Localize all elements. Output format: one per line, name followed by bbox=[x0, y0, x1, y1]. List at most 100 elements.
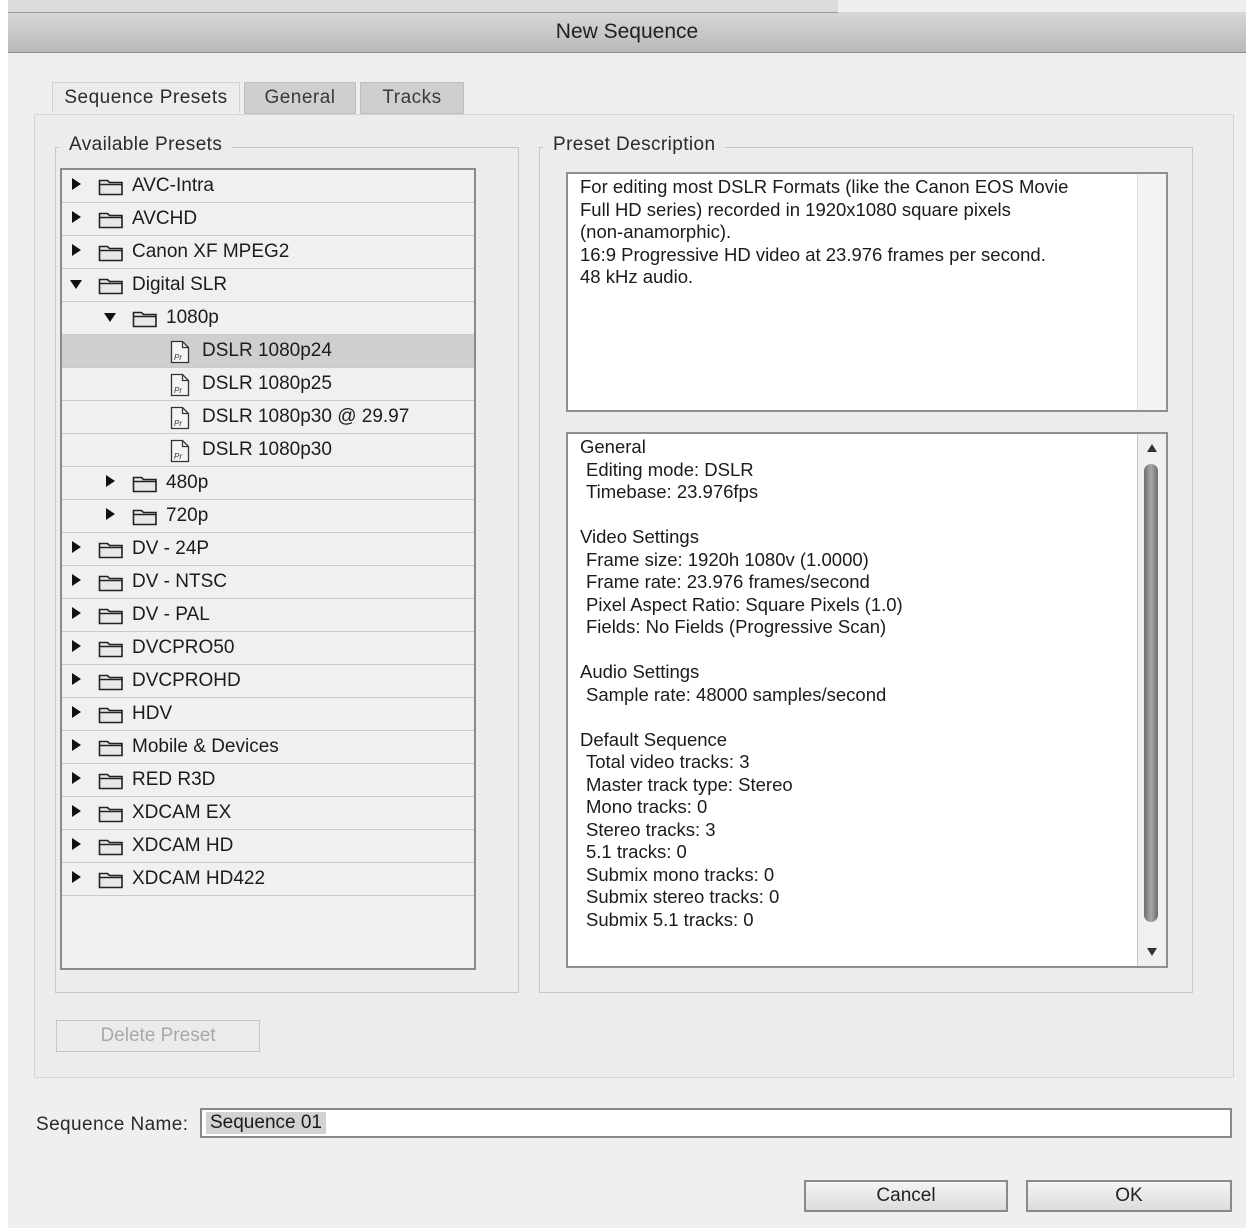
disclosure-collapsed-icon[interactable] bbox=[72, 739, 81, 751]
available-presets-label: Available Presets bbox=[59, 134, 233, 156]
folder-item[interactable]: AVC-Intra bbox=[62, 170, 474, 203]
preset-item[interactable]: Pr DSLR 1080p24 bbox=[62, 335, 474, 368]
folder-item[interactable]: 480p bbox=[62, 467, 474, 500]
description-line: 48 kHz audio. bbox=[580, 266, 694, 287]
folder-icon bbox=[98, 870, 124, 889]
disclosure-expanded-icon[interactable] bbox=[70, 280, 82, 289]
disclosure-collapsed-icon[interactable] bbox=[72, 607, 81, 619]
folder-icon bbox=[98, 540, 124, 559]
preset-description-label: Preset Description bbox=[543, 134, 726, 156]
preset-item[interactable]: Pr DSLR 1080p25 bbox=[62, 368, 474, 401]
disclosure-collapsed-icon[interactable] bbox=[72, 805, 81, 817]
folder-icon bbox=[98, 639, 124, 658]
folder-item[interactable]: DVCPROHD bbox=[62, 665, 474, 698]
tree-item-label: DSLR 1080p30 bbox=[202, 439, 332, 460]
tree-item-label: AVCHD bbox=[132, 208, 198, 229]
tree-item-label: AVC-Intra bbox=[132, 175, 215, 196]
folder-item[interactable]: DVCPRO50 bbox=[62, 632, 474, 665]
preset-file-icon: Pr bbox=[170, 439, 190, 463]
details-section-heading: Audio Settings bbox=[580, 661, 700, 682]
ok-button[interactable]: OK bbox=[1026, 1180, 1232, 1212]
disclosure-expanded-icon[interactable] bbox=[104, 313, 116, 322]
folder-item[interactable]: 720p bbox=[62, 500, 474, 533]
folder-item[interactable]: XDCAM HD422 bbox=[62, 863, 474, 896]
folder-icon bbox=[98, 573, 124, 592]
folder-item[interactable]: 1080p bbox=[62, 302, 474, 335]
disclosure-collapsed-icon[interactable] bbox=[72, 871, 81, 883]
scroll-up-arrow-icon[interactable] bbox=[1147, 444, 1157, 452]
disclosure-collapsed-icon[interactable] bbox=[72, 178, 81, 190]
preset-details-text: General Editing mode: DSLR Timebase: 23.97… bbox=[580, 436, 903, 931]
cancel-button[interactable]: Cancel bbox=[804, 1180, 1008, 1212]
disclosure-collapsed-icon[interactable] bbox=[72, 640, 81, 652]
disclosure-collapsed-icon[interactable] bbox=[72, 673, 81, 685]
svg-text:Pr: Pr bbox=[174, 386, 182, 395]
scroll-thumb[interactable] bbox=[1144, 464, 1158, 922]
tree-item-label: HDV bbox=[132, 703, 173, 724]
details-item: Fields: No Fields (Progressive Scan) bbox=[586, 616, 887, 637]
folder-item[interactable]: DV - 24P bbox=[62, 533, 474, 566]
folder-icon bbox=[132, 507, 158, 526]
folder-icon bbox=[98, 771, 124, 790]
disclosure-collapsed-icon[interactable] bbox=[72, 211, 81, 223]
tab-sequence-presets[interactable]: Sequence Presets bbox=[52, 82, 240, 113]
new-sequence-dialog: New Sequence Sequence Presets General Tr… bbox=[8, 0, 1246, 1228]
folder-item[interactable]: AVCHD bbox=[62, 203, 474, 236]
sequence-name-input[interactable]: Sequence 01 bbox=[200, 1108, 1232, 1138]
details-section-heading: Video Settings bbox=[580, 526, 699, 547]
disclosure-collapsed-icon[interactable] bbox=[72, 838, 81, 850]
sequence-name-label: Sequence Name: bbox=[36, 1114, 189, 1135]
disclosure-collapsed-icon[interactable] bbox=[72, 706, 81, 718]
sequence-name-value: Sequence 01 bbox=[206, 1112, 326, 1134]
folder-item[interactable]: Canon XF MPEG2 bbox=[62, 236, 474, 269]
folder-item[interactable]: HDV bbox=[62, 698, 474, 731]
folder-item[interactable]: DV - PAL bbox=[62, 599, 474, 632]
folder-item[interactable]: XDCAM HD bbox=[62, 830, 474, 863]
folder-icon bbox=[98, 837, 124, 856]
description-scroll-track bbox=[1137, 174, 1166, 410]
tab-general[interactable]: General bbox=[244, 82, 356, 114]
details-item: Pixel Aspect Ratio: Square Pixels (1.0) bbox=[586, 593, 903, 615]
folder-icon bbox=[98, 243, 124, 262]
folder-icon bbox=[98, 276, 124, 295]
disclosure-collapsed-icon[interactable] bbox=[72, 244, 81, 256]
tree-item-label: DSLR 1080p30 @ 29.97 bbox=[202, 406, 410, 427]
tree-item-label: DVCPROHD bbox=[132, 670, 241, 691]
disclosure-collapsed-icon[interactable] bbox=[72, 541, 81, 553]
details-item: Sample rate: 48000 samples/second bbox=[586, 683, 887, 705]
tree-item-label: 1080p bbox=[166, 307, 219, 328]
description-line: For editing most DSLR Formats (like the … bbox=[580, 176, 1069, 197]
folder-item[interactable]: XDCAM EX bbox=[62, 797, 474, 830]
details-item: Mono tracks: 0 bbox=[586, 796, 708, 817]
disclosure-collapsed-icon[interactable] bbox=[72, 772, 81, 784]
preset-description-text: For editing most DSLR Formats (like the … bbox=[580, 176, 1136, 289]
folder-item[interactable]: Mobile & Devices bbox=[62, 731, 474, 764]
preset-file-icon: Pr bbox=[170, 340, 190, 364]
details-item: Submix mono tracks: 0 bbox=[586, 863, 775, 885]
disclosure-collapsed-icon[interactable] bbox=[106, 475, 115, 487]
details-scrollbar[interactable] bbox=[1137, 434, 1166, 966]
disclosure-collapsed-icon[interactable] bbox=[72, 574, 81, 586]
disclosure-collapsed-icon[interactable] bbox=[106, 508, 115, 520]
preset-item[interactable]: Pr DSLR 1080p30 @ 29.97 bbox=[62, 401, 474, 434]
scroll-down-arrow-icon[interactable] bbox=[1147, 948, 1157, 956]
delete-preset-button[interactable]: Delete Preset bbox=[56, 1020, 260, 1052]
folder-item[interactable]: RED R3D bbox=[62, 764, 474, 797]
details-item: Submix 5.1 tracks: 0 bbox=[586, 908, 754, 930]
svg-text:Pr: Pr bbox=[174, 419, 182, 428]
preset-item[interactable]: Pr DSLR 1080p30 bbox=[62, 434, 474, 467]
folder-icon bbox=[132, 474, 158, 493]
title-bar: New Sequence bbox=[8, 0, 1246, 53]
details-item: Frame rate: 23.976 frames/second bbox=[586, 571, 870, 592]
tree-item-label: RED R3D bbox=[132, 769, 216, 790]
tab-tracks[interactable]: Tracks bbox=[360, 82, 464, 114]
window-title: New Sequence bbox=[555, 20, 699, 43]
folder-icon bbox=[132, 309, 158, 328]
preset-description-box: For editing most DSLR Formats (like the … bbox=[566, 172, 1168, 412]
folder-item[interactable]: DV - NTSC bbox=[62, 566, 474, 599]
presets-tree[interactable]: AVC-Intra AVCHD Canon XF MPEG2 Digital SLR 1… bbox=[60, 168, 476, 970]
tree-item-label: XDCAM HD422 bbox=[132, 868, 266, 889]
folder-item[interactable]: Digital SLR bbox=[62, 269, 474, 302]
tree-item-label: 480p bbox=[166, 472, 209, 493]
